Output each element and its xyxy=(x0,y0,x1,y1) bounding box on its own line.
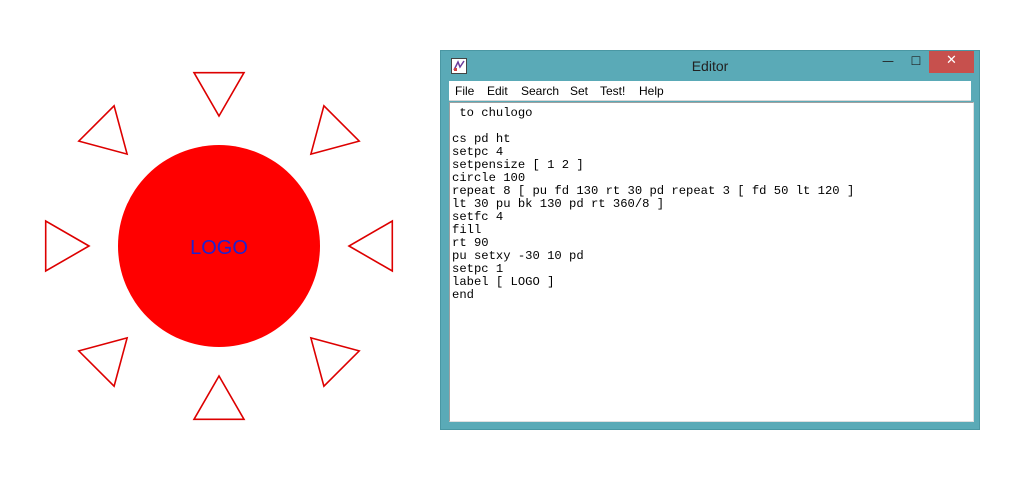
code-text[interactable]: to chulogo cs pd ht setpc 4 setpensize [… xyxy=(450,103,973,302)
logo-label: LOGO xyxy=(190,237,248,259)
close-button[interactable]: ✕ xyxy=(929,51,974,73)
triangle-7 xyxy=(44,219,91,273)
triangle-3 xyxy=(347,219,394,273)
menu-search[interactable]: Search xyxy=(521,84,559,98)
triangle-4 xyxy=(309,336,361,388)
triangle-2 xyxy=(309,104,361,156)
drawing-canvas: LOGO xyxy=(44,71,394,421)
menu-set[interactable]: Set xyxy=(570,84,588,98)
triangle-8 xyxy=(77,104,129,156)
triangle-1 xyxy=(192,71,246,118)
editor-window: Editor — ☐ ✕ File Edit Search Set Test! … xyxy=(440,50,980,430)
menu-file[interactable]: File xyxy=(455,84,474,98)
title-bar[interactable]: Editor — ☐ ✕ xyxy=(441,51,979,81)
maximize-button[interactable]: ☐ xyxy=(903,51,929,73)
code-editor[interactable]: to chulogo cs pd ht setpc 4 setpensize [… xyxy=(449,102,974,422)
menu-help[interactable]: Help xyxy=(639,84,664,98)
triangle-5 xyxy=(192,374,246,421)
triangle-6 xyxy=(77,336,129,388)
minimize-button[interactable]: — xyxy=(875,51,901,73)
menu-test[interactable]: Test! xyxy=(600,84,625,98)
menu-edit[interactable]: Edit xyxy=(487,84,508,98)
menu-bar: File Edit Search Set Test! Help xyxy=(449,81,971,101)
